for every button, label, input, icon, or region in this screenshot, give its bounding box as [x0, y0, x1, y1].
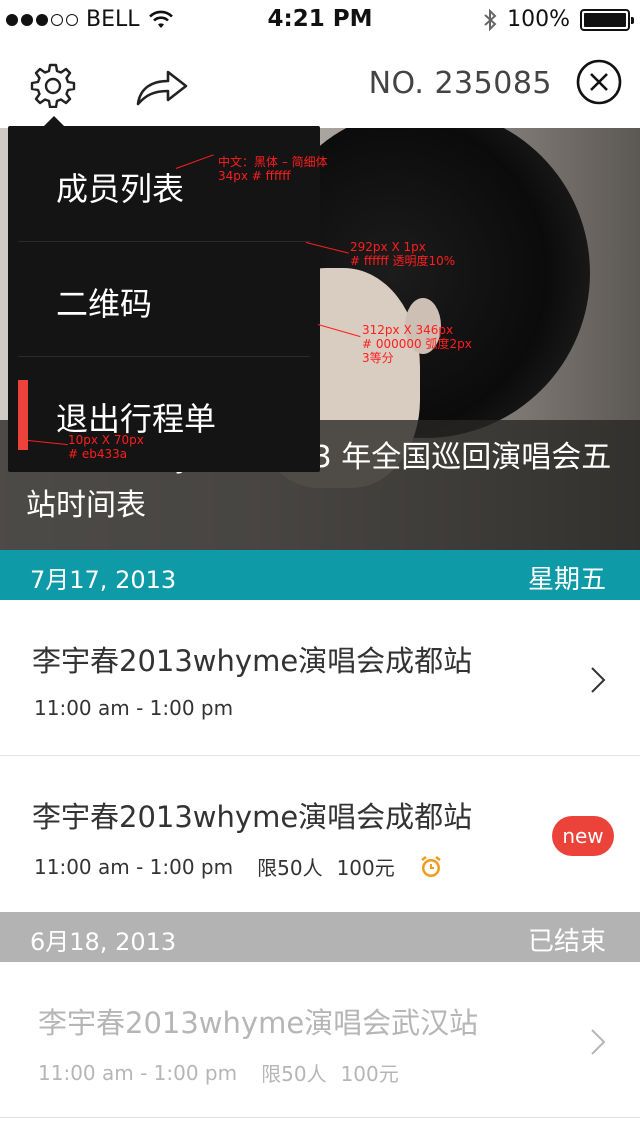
annotation-divider: 292px X 1px # ffffff 透明度10%	[350, 240, 456, 268]
event-time: 11:00 am - 1:00 pm	[38, 1060, 238, 1085]
menu-item-label: 成员列表	[56, 170, 185, 208]
ticket-number: NO. 235085	[368, 66, 552, 101]
event-row[interactable]: 李宇春2013whyme演唱会成都站 11:00 am - 1:00 pm 限5…	[0, 756, 640, 912]
menu-pointer	[44, 116, 64, 126]
menu-active-indicator	[18, 380, 28, 450]
new-badge: new	[552, 816, 614, 856]
chevron-right-icon	[591, 1029, 606, 1055]
section-date: 6月18, 2013	[30, 928, 177, 956]
nav-bar: NO. 235085	[0, 40, 640, 128]
event-time: 11:00 am - 1:00 pm	[34, 854, 234, 879]
event-limit: 限50人	[257, 856, 323, 880]
event-meta: 11:00 am - 1:00 pm 限50人 100元	[38, 1058, 399, 1087]
event-row[interactable]: 李宇春2013whyme演唱会武汉站 11:00 am - 1:00 pm 限5…	[0, 962, 640, 1118]
event-name: 李宇春2013whyme演唱会成都站	[32, 644, 473, 678]
menu-item-qrcode[interactable]: 二维码	[8, 241, 320, 356]
event-meta: 11:00 am - 1:00 pm 限50人 100元	[34, 852, 443, 881]
annotation-menu: 312px X 346px # 000000 弧度2px 3等分	[362, 323, 472, 365]
menu-item-label: 二维码	[56, 285, 153, 323]
section-day: 星期五	[527, 565, 606, 595]
annotation-font: 中文：黑体 – 简细体 34px # ffffff	[218, 155, 328, 183]
section-header-upcoming: 7月17, 2013 星期五	[0, 550, 640, 618]
chevron-right-icon	[591, 667, 606, 693]
event-limit: 限50人	[261, 1062, 327, 1086]
event-name: 李宇春2013whyme演唱会成都站	[32, 800, 473, 834]
event-price: 100元	[340, 1062, 399, 1086]
event-meta: 11:00 am - 1:00 pm	[34, 696, 233, 720]
close-icon[interactable]	[576, 59, 622, 105]
annotation-bar: 10px X 70px # eb433a	[68, 433, 144, 461]
status-bar: BELL 4:21 PM 100%	[0, 0, 640, 40]
gear-icon[interactable]	[30, 62, 76, 108]
battery-icon	[580, 8, 634, 31]
bluetooth-icon	[484, 8, 497, 31]
menu-item-members[interactable]: 成员列表	[8, 126, 320, 241]
event-name: 李宇春2013whyme演唱会武汉站	[38, 1006, 479, 1040]
status-right: 100%	[483, 7, 634, 32]
share-icon[interactable]	[134, 64, 190, 108]
section-date: 7月17, 2013	[30, 566, 177, 594]
alarm-clock-icon	[421, 855, 441, 877]
section-day: 已结束	[527, 927, 606, 957]
battery-percent: 100%	[507, 7, 570, 32]
section-header-ended: 6月18, 2013 已结束	[0, 912, 640, 980]
event-time: 11:00 am - 1:00 pm	[34, 696, 234, 720]
menu-item-exit[interactable]: 退出行程单	[8, 356, 320, 471]
event-row[interactable]: 李宇春2013whyme演唱会成都站 11:00 am - 1:00 pm	[0, 600, 640, 756]
event-price: 100元	[336, 856, 395, 880]
